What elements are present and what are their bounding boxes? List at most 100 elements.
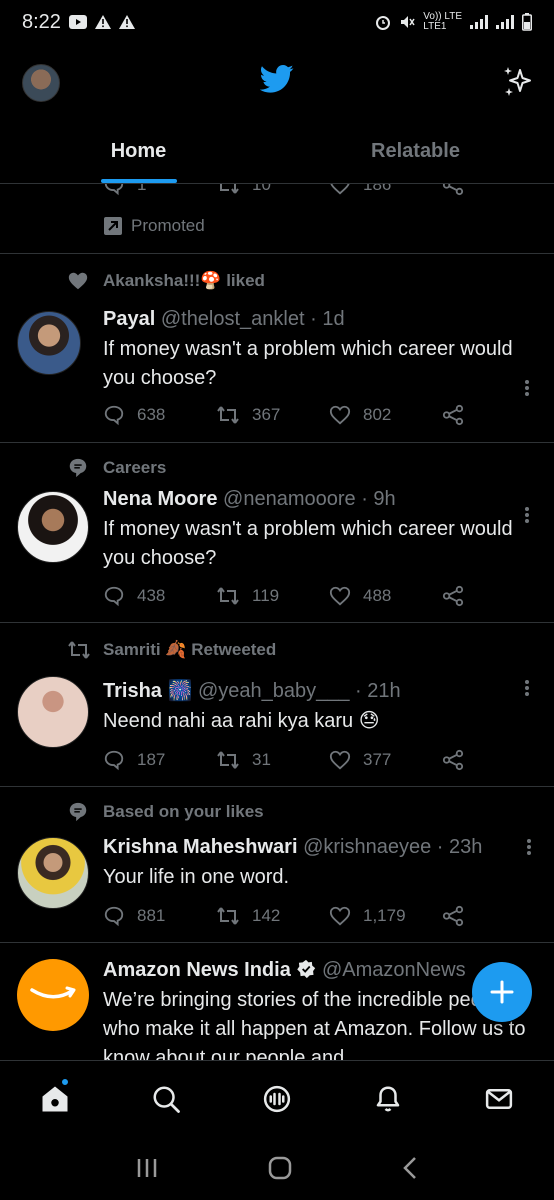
- share-button[interactable]: [442, 585, 554, 607]
- app-header: [0, 44, 554, 120]
- tweet-actions: 638 367 802: [103, 404, 554, 426]
- author-name[interactable]: Payal: [103, 308, 155, 330]
- avatar[interactable]: [17, 676, 89, 748]
- mute-icon: [399, 14, 415, 30]
- home-circle-icon[interactable]: [267, 1155, 293, 1181]
- back-icon[interactable]: [400, 1155, 420, 1181]
- tweet-actions: 1 10 186: [103, 184, 554, 196]
- tweet[interactable]: Akanksha!!!🍄 liked Payal @thelost_anklet…: [0, 254, 554, 443]
- avatar[interactable]: [17, 959, 89, 1031]
- like-button[interactable]: 488: [329, 585, 442, 607]
- warning-icon: [94, 15, 111, 29]
- avatar[interactable]: [17, 311, 81, 375]
- nav-search[interactable]: [111, 1061, 222, 1136]
- reply-button[interactable]: 438: [103, 585, 216, 607]
- alarm-icon: [375, 14, 391, 30]
- amazon-smile-icon: [30, 986, 76, 999]
- retweet-button[interactable]: 142: [216, 905, 329, 927]
- sparkle-icon[interactable]: [500, 64, 536, 100]
- more-options-icon[interactable]: [522, 678, 532, 700]
- heart-outline-icon: [329, 750, 351, 770]
- heart-outline-icon: [330, 184, 350, 195]
- author-name[interactable]: Nena Moore: [103, 488, 217, 510]
- status-time: 8:22: [22, 10, 61, 33]
- tab-home[interactable]: Home: [0, 120, 277, 183]
- android-nav-bar: [0, 1136, 554, 1200]
- social-context: Based on your likes: [69, 802, 264, 822]
- reply-button[interactable]: 187: [103, 749, 216, 771]
- like-button[interactable]: 1,179: [329, 905, 442, 927]
- share-button[interactable]: [442, 404, 554, 426]
- twitter-bird-icon: [260, 64, 294, 93]
- more-options-icon[interactable]: [522, 378, 532, 400]
- avatar[interactable]: [17, 491, 89, 563]
- retweet-button[interactable]: 10: [216, 184, 329, 196]
- retweet-button[interactable]: 31: [216, 749, 329, 771]
- social-context: Samriti 🍂 Retweeted: [68, 640, 276, 660]
- like-button[interactable]: 802: [329, 404, 442, 426]
- timeline-tabs: Home Relatable: [0, 120, 554, 184]
- more-options-icon[interactable]: [524, 837, 534, 859]
- reply-button[interactable]: 638: [103, 404, 216, 426]
- promoted-icon: [104, 217, 122, 235]
- nav-home[interactable]: [0, 1061, 111, 1136]
- author-name[interactable]: Trisha 🎆: [103, 680, 192, 702]
- tweet-header: Nena Moore @nenamooore · 9h: [103, 488, 514, 511]
- tweet[interactable]: Based on your likes Krishna Maheshwari @…: [0, 787, 554, 943]
- nav-spaces[interactable]: [222, 1061, 333, 1136]
- tweet-body: Krishna Maheshwari @krishnaeyee · 23h Yo…: [103, 836, 514, 892]
- retweet-icon: [217, 751, 239, 769]
- tweet[interactable]: Samriti 🍂 Retweeted Trisha 🎆 @yeah_baby_…: [0, 623, 554, 787]
- nav-messages[interactable]: [443, 1061, 554, 1136]
- share-button[interactable]: [442, 184, 554, 196]
- compose-tweet-button[interactable]: [472, 962, 532, 1022]
- compose-plus-icon: [490, 980, 514, 1004]
- warning-icon: [118, 15, 135, 29]
- timeline-feed[interactable]: 1 10 186 Promoted Akanksha!!!🍄 liked Pay…: [0, 184, 554, 1060]
- social-context: Akanksha!!!🍄 liked: [68, 271, 265, 291]
- share-icon: [442, 184, 464, 196]
- tweet-actions: 438 119 488: [103, 585, 554, 607]
- reply-icon: [104, 750, 124, 771]
- heart-outline-icon: [329, 586, 351, 606]
- tweet-body: Trisha 🎆 @yeah_baby___ · 21h Neend nahi …: [103, 678, 514, 736]
- heart-outline-icon: [329, 906, 351, 926]
- retweet-button[interactable]: 119: [216, 585, 329, 607]
- more-options-icon[interactable]: [522, 505, 532, 527]
- recents-icon[interactable]: [134, 1156, 160, 1180]
- like-button[interactable]: 186: [329, 184, 442, 196]
- avatar[interactable]: [17, 837, 89, 909]
- reply-button[interactable]: 1: [103, 184, 216, 196]
- author-name[interactable]: Krishna Maheshwari: [103, 836, 298, 858]
- topic-icon: [69, 458, 87, 478]
- tweet-text: Neend nahi aa rahi kya karu 😓: [103, 710, 380, 732]
- tab-relatable[interactable]: Relatable: [277, 120, 554, 183]
- nav-notifications[interactable]: [332, 1061, 443, 1136]
- share-icon: [442, 749, 464, 771]
- tweet-text: If money wasn't a problem which career w…: [103, 518, 513, 569]
- tweet-text: Your life in one word.: [103, 866, 290, 888]
- tweet-text: If money wasn't a problem which career w…: [103, 338, 513, 389]
- profile-avatar[interactable]: [22, 64, 60, 102]
- retweet-icon: [220, 184, 239, 194]
- tweet[interactable]: Amazon News India @AmazonNews We’re brin…: [0, 943, 554, 1060]
- share-button[interactable]: [442, 749, 554, 771]
- heart-icon: [68, 272, 88, 290]
- share-button[interactable]: [442, 905, 554, 927]
- author-handle-time: @nenamooore · 9h: [223, 488, 396, 510]
- spaces-icon: [263, 1085, 291, 1112]
- retweet-icon: [68, 641, 90, 659]
- author-handle-time: @AmazonNews: [321, 959, 466, 981]
- reply-button[interactable]: 881: [103, 905, 216, 927]
- topic-icon: [69, 802, 87, 822]
- tweet-header: Payal @thelost_anklet · 1d: [103, 308, 514, 331]
- tweet[interactable]: Careers Nena Moore @nenamooore · 9h If m…: [0, 443, 554, 623]
- signal-icon: [496, 15, 514, 29]
- retweet-button[interactable]: 367: [216, 404, 329, 426]
- status-left: 8:22: [22, 11, 135, 34]
- bottom-nav: [0, 1060, 554, 1136]
- promoted-tweet[interactable]: 1 10 186 Promoted: [0, 184, 554, 254]
- like-button[interactable]: 377: [329, 749, 442, 771]
- promoted-label: Promoted: [103, 216, 205, 236]
- author-name[interactable]: Amazon News India: [103, 959, 291, 981]
